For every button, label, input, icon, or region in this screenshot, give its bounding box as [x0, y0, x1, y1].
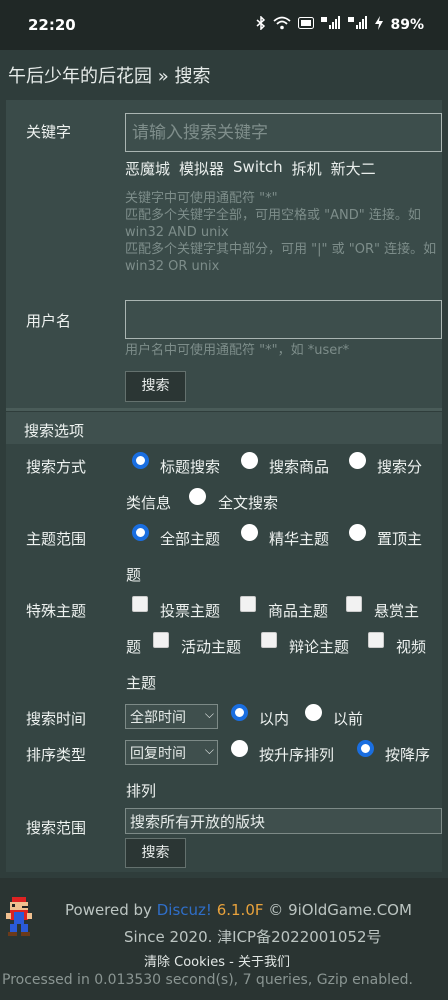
option-label: 精华主题: [269, 530, 330, 548]
option-label: 按降序: [385, 746, 431, 764]
battery-level: 89%: [390, 17, 424, 33]
select-value: 全部时间: [130, 710, 186, 726]
hot-keyword-link[interactable]: 恶魔城: [125, 158, 170, 179]
option-label: 全文搜索: [218, 494, 279, 512]
keyword-help: 关键字中可使用通配符 "*" 匹配多个关键字全部，可用空格或 "AND" 连接。…: [125, 190, 441, 275]
search-options-title: 搜索选项: [24, 422, 85, 440]
radio-goods-search[interactable]: [241, 452, 258, 469]
checkbox-poll[interactable]: [132, 596, 148, 612]
checkbox-goods[interactable]: [240, 596, 256, 612]
powered-by: Powered by Discuz! 6.1.0F © 9iOldGame.CO…: [65, 901, 412, 919]
sort-type-select[interactable]: 回复时间 ⌵: [125, 740, 218, 765]
signal-5g-icon: [348, 16, 368, 34]
breadcrumb: 午后少年的后花园 » 搜索: [8, 62, 210, 88]
breadcrumb-current: 搜索: [174, 66, 211, 87]
chevron-down-icon: ⌵: [204, 743, 214, 757]
select-value: 回复时间: [130, 746, 186, 762]
radio-descending[interactable]: [357, 740, 374, 757]
option-label-wrap: 题: [126, 638, 142, 656]
search-submit-button[interactable]: 搜索: [125, 838, 186, 868]
option-label: 投票主题: [160, 602, 221, 620]
divider: [6, 408, 442, 411]
option-label: 商品主题: [268, 602, 329, 620]
keyword-help-line: 关键字中可使用通配符 "*": [125, 191, 278, 206]
breadcrumb-separator: »: [157, 66, 169, 87]
checkbox-video[interactable]: [368, 632, 384, 648]
sort-type-label: 排序类型: [26, 746, 87, 764]
radio-category-search[interactable]: [349, 452, 366, 469]
radio-all-topics[interactable]: [132, 524, 149, 541]
radio-sticky-topics[interactable]: [349, 524, 366, 541]
charging-icon: [375, 16, 384, 34]
option-label: 辩论主题: [289, 638, 350, 656]
checkbox-reward[interactable]: [346, 596, 362, 612]
mario-logo-icon: [6, 897, 32, 936]
checkbox-activity[interactable]: [153, 632, 169, 648]
option-label-wrap: 主题: [126, 674, 157, 692]
keyword-label: 关键字: [26, 123, 72, 141]
processed-info: Processed in 0.013530 second(s), 7 queri…: [2, 972, 413, 988]
topic-scope-label: 主题范围: [26, 530, 87, 548]
option-label: 视频: [396, 638, 427, 656]
radio-ascending[interactable]: [231, 740, 248, 757]
search-mode-label: 搜索方式: [26, 458, 87, 476]
site-link[interactable]: 9iOldGame.COM: [288, 901, 412, 919]
hot-keyword-link[interactable]: Switch: [233, 158, 283, 179]
bluetooth-icon: [256, 15, 266, 34]
radio-fulltext-search[interactable]: [189, 488, 206, 505]
radio-title-search[interactable]: [132, 452, 149, 469]
radio-before[interactable]: [305, 704, 322, 721]
search-button[interactable]: 搜索: [125, 371, 186, 402]
option-label: 全部主题: [160, 530, 221, 548]
username-help: 用户名中可使用通配符 "*"，如 *user*: [125, 343, 350, 358]
keyword-help-line: 匹配多个关键字其中部分，可用 "|" 或 "OR" 连接。如 win32 OR …: [125, 242, 437, 274]
search-range-select[interactable]: 搜索所有开放的版块: [125, 808, 442, 834]
keyword-input[interactable]: [125, 113, 442, 152]
option-label: 搜索分: [377, 458, 423, 476]
option-label: 置顶主: [377, 530, 423, 548]
hd-icon: [298, 17, 315, 33]
status-icons: 89%: [256, 15, 424, 34]
option-label: 悬赏主: [374, 602, 420, 620]
radio-within[interactable]: [231, 704, 248, 721]
option-label-wrap: 题: [126, 566, 142, 584]
option-label-wrap: 类信息: [126, 494, 172, 512]
special-topics-label: 特殊主题: [26, 602, 87, 620]
checkbox-debate[interactable]: [261, 632, 277, 648]
powered-text: Powered by: [65, 901, 152, 919]
version-text: 6.1.0F: [216, 901, 264, 919]
wifi-icon: [273, 16, 292, 34]
hot-keywords: 恶魔城 模拟器 Switch 拆机 新大二: [125, 158, 376, 179]
discuz-link[interactable]: Discuz!: [157, 901, 212, 919]
username-input[interactable]: [125, 300, 442, 339]
username-label: 用户名: [26, 312, 72, 330]
copyright-symbol: ©: [268, 901, 284, 919]
keyword-help-line: 匹配多个关键字全部，可用空格或 "AND" 连接。如 win32 AND uni…: [125, 208, 421, 240]
since-icp[interactable]: Since 2020. 津ICP备2022001052号: [124, 926, 382, 947]
hot-keyword-link[interactable]: 拆机: [292, 158, 322, 179]
clock: 22:20: [28, 16, 76, 34]
hot-keyword-link[interactable]: 新大二: [331, 158, 376, 179]
status-bar: 22:20 89%: [0, 0, 448, 50]
chevron-down-icon: ⌵: [204, 707, 214, 721]
search-time-label: 搜索时间: [26, 710, 87, 728]
option-label: 以前: [333, 710, 364, 728]
search-range-label: 搜索范围: [26, 819, 87, 837]
option-label: 以内: [259, 710, 290, 728]
breadcrumb-site-link[interactable]: 午后少年的后花园: [8, 66, 152, 87]
footer-links[interactable]: 清除 Cookies - 关于我们: [144, 951, 290, 970]
option-label: 按升序排列: [259, 746, 335, 764]
option-label-wrap: 排列: [126, 782, 157, 800]
hot-keyword-link[interactable]: 模拟器: [179, 158, 224, 179]
option-label: 活动主题: [181, 638, 242, 656]
option-label: 标题搜索: [160, 458, 221, 476]
search-time-select[interactable]: 全部时间 ⌵: [125, 704, 218, 729]
signal-5g-icon: [321, 16, 341, 34]
radio-digest-topics[interactable]: [241, 524, 258, 541]
option-label: 搜索商品: [269, 458, 330, 476]
